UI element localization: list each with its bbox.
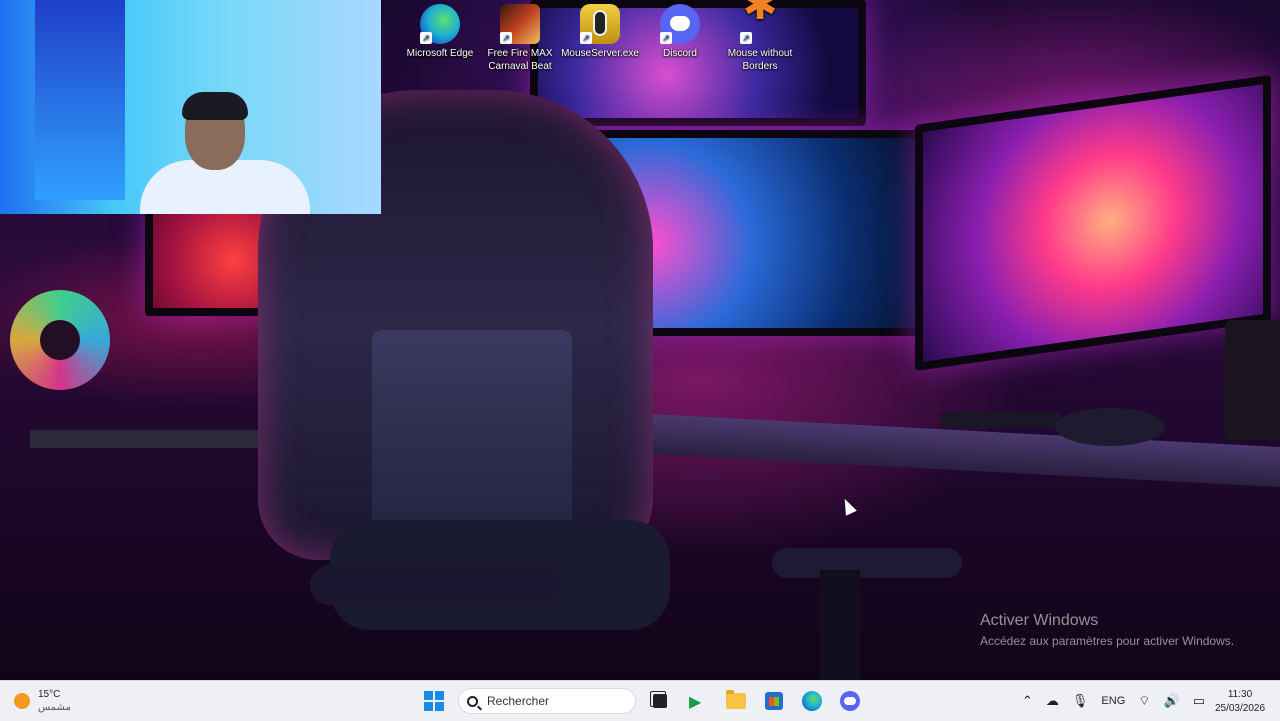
webcam-overlay <box>0 0 381 214</box>
mouse-without-borders-icon: ↗ <box>740 0 780 44</box>
wallpaper-chair-cushion <box>372 330 572 530</box>
wallpaper-desk-left <box>30 430 270 448</box>
taskbar-file-explorer[interactable] <box>722 687 750 715</box>
onedrive-sync-icon[interactable]: ☁ <box>1046 694 1059 709</box>
desktop-icon-label: Discord <box>663 48 697 59</box>
task-view-button[interactable] <box>646 687 674 715</box>
language-indicator[interactable]: ENG <box>1101 695 1125 707</box>
weather-condition: مشمس <box>38 702 71 713</box>
desktop-icon-mouse-without-borders[interactable]: ↗ Mouse without Borders <box>721 0 799 73</box>
taskbar-edge[interactable] <box>798 687 826 715</box>
taskbar-clock[interactable]: 11:30 25/03/2026 <box>1205 688 1275 716</box>
desktop-icon-label: MouseServer.exe <box>561 48 639 59</box>
activation-subtitle: Accédez aux paramètres pour activer Wind… <box>980 634 1235 648</box>
desktop-icon-label: Mouse without Borders <box>727 48 793 72</box>
wallpaper-chair-arm-right <box>772 548 962 578</box>
wallpaper-mouse <box>1055 408 1165 446</box>
discord-icon: ↗ <box>660 4 700 44</box>
webcam-person-hair <box>182 92 248 120</box>
green-app-icon <box>689 692 707 710</box>
activation-title: Activer Windows <box>980 612 1099 629</box>
shortcut-arrow-icon: ↗ <box>660 32 672 44</box>
file-explorer-icon <box>726 690 746 709</box>
taskbar-microsoft-store[interactable] <box>760 687 788 715</box>
shortcut-arrow-icon: ↗ <box>740 32 752 44</box>
taskbar-center: Rechercher <box>420 685 864 717</box>
taskbar: 15°C مشمس Rechercher ⌃ ☁ 🎙 ENG ⌔ 🔊 ▭ 11:… <box>0 680 1280 721</box>
wallpaper-monitor-right <box>915 74 1271 372</box>
chevron-up-icon[interactable]: ⌃ <box>1022 694 1033 709</box>
taskbar-discord[interactable] <box>836 687 864 715</box>
microphone-icon[interactable]: 🎙 <box>1072 694 1089 709</box>
store-icon <box>765 692 783 710</box>
desktop-icon-label: Free Fire MAX Carnaval Beat <box>487 48 553 72</box>
wallpaper-speaker <box>1225 320 1280 440</box>
sun-icon <box>14 693 30 709</box>
clock-time: 11:30 <box>1227 689 1253 700</box>
taskbar-green-app[interactable] <box>684 687 712 715</box>
start-button[interactable] <box>420 687 448 715</box>
wifi-icon[interactable]: ⌔ <box>1138 693 1150 709</box>
desktop-icon-discord[interactable]: ↗ Discord <box>641 4 719 60</box>
taskbar-search-box[interactable]: Rechercher <box>458 688 636 714</box>
edge-icon <box>802 691 822 711</box>
webcam-window-light <box>35 0 125 200</box>
task-view-icon <box>650 691 667 708</box>
edge-icon: ↗ <box>420 4 460 44</box>
weather-widget[interactable]: 15°C مشمس <box>14 687 71 715</box>
weather-temperature: 15°C <box>38 689 61 700</box>
free-fire-icon: ↗ <box>500 4 540 44</box>
system-tray: ⌃ ☁ 🎙 ENG ⌔ 🔊 ▭ <box>1022 685 1205 717</box>
wallpaper-rgb-fan <box>10 290 110 390</box>
desktop-icon-free-fire[interactable]: ↗ Free Fire MAX Carnaval Beat <box>481 4 559 73</box>
wallpaper-keyboard <box>940 412 1060 428</box>
wallpaper-chair-post <box>820 570 860 680</box>
shortcut-arrow-icon: ↗ <box>580 32 592 44</box>
desktop-icon-microsoft-edge[interactable]: ↗ Microsoft Edge <box>401 4 479 60</box>
wallpaper-chair-arm-left <box>310 565 560 605</box>
mouse-server-icon: ↗ <box>580 4 620 44</box>
desktop-icon-label: Microsoft Edge <box>406 48 474 59</box>
shortcut-arrow-icon: ↗ <box>420 32 432 44</box>
search-placeholder: Rechercher <box>487 694 550 708</box>
search-icon <box>467 695 478 707</box>
windows-logo-icon <box>424 691 444 711</box>
activation-watermark: Activer Windows Accédez aux paramètres p… <box>980 612 1234 648</box>
shortcut-arrow-icon: ↗ <box>500 32 512 44</box>
discord-icon <box>840 691 860 711</box>
volume-icon[interactable]: 🔊 <box>1164 694 1180 709</box>
clock-date: 25/03/2026 <box>1214 703 1266 714</box>
battery-icon[interactable]: ▭ <box>1193 694 1205 709</box>
desktop-icon-mouse-server[interactable]: ↗ MouseServer.exe <box>561 4 639 60</box>
